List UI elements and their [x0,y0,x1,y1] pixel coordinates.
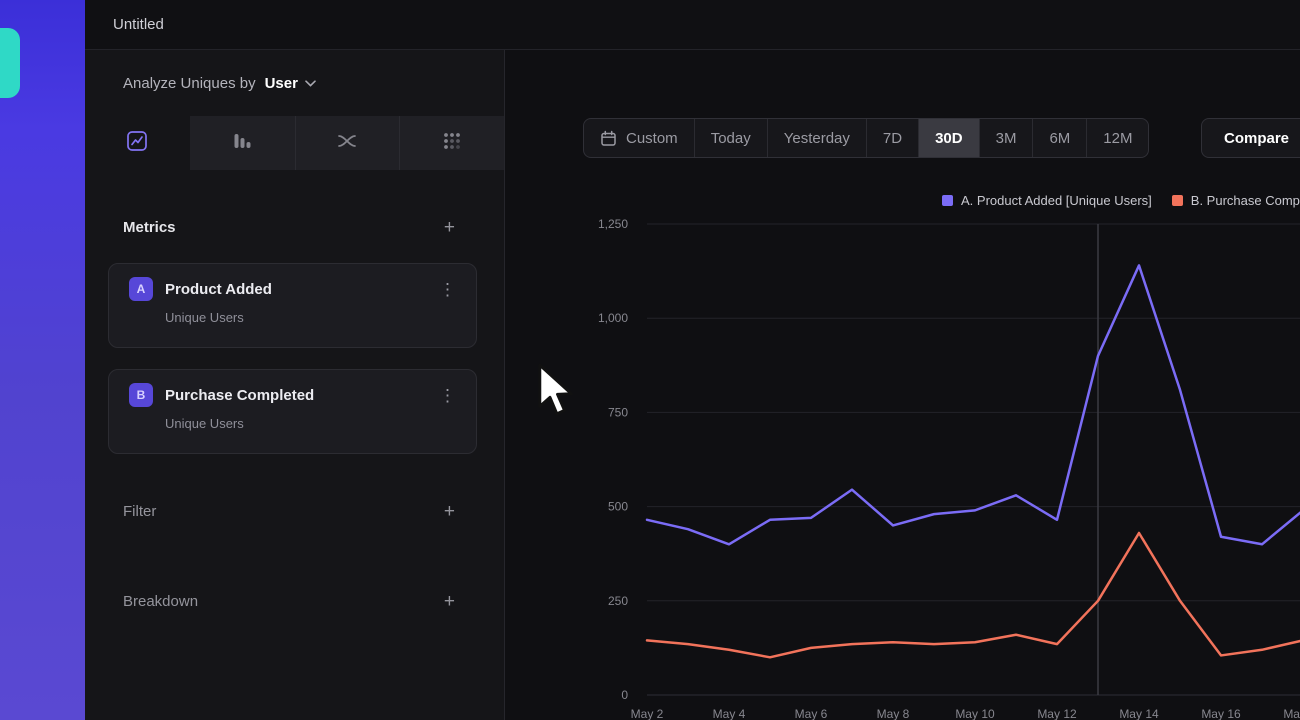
svg-text:May 4: May 4 [713,707,746,720]
chevron-down-icon [305,80,316,87]
left-gradient-strip [0,0,85,720]
metric-badge-b: B [129,383,153,407]
tab-bar-chart[interactable] [190,116,295,170]
svg-text:May 12: May 12 [1037,707,1077,720]
tab-flows[interactable] [295,116,400,170]
breakdown-section-header: Breakdown + [85,587,504,615]
bar-chart-icon [231,130,253,157]
tab-retention-grid[interactable] [399,116,504,170]
more-options-icon[interactable]: ⋮ [433,385,462,406]
metric-badge-a: A [129,277,153,301]
svg-text:May 14: May 14 [1119,707,1159,720]
topbar: Untitled [85,0,1300,50]
line-chart[interactable]: 0 250 500 750 1,000 1,250 May 2 May 4 May 6 May 8… [505,50,1300,720]
svg-text:May 18: May 18 [1283,707,1300,720]
teal-accent-shape [0,28,20,98]
report-title[interactable]: Untitled [113,16,164,33]
svg-text:1,250: 1,250 [598,217,628,231]
more-options-icon[interactable]: ⋮ [433,279,462,300]
svg-text:May 16: May 16 [1201,707,1241,720]
metric-subtitle[interactable]: Unique Users [165,310,462,325]
svg-text:500: 500 [608,500,628,514]
analyze-by-control[interactable]: Analyze Uniques by User [85,50,504,116]
metrics-section-header: Metrics + [85,213,504,241]
svg-text:May 6: May 6 [795,707,828,720]
svg-text:750: 750 [608,405,628,419]
retention-grid-icon [441,130,463,157]
svg-text:May 10: May 10 [955,707,995,720]
metric-subtitle[interactable]: Unique Users [165,416,462,431]
tab-line-chart[interactable] [85,116,190,170]
add-filter-button[interactable]: + [444,502,455,521]
filter-section-header: Filter + [85,497,504,525]
flows-icon [336,130,358,157]
analyze-by-value[interactable]: User [265,75,298,92]
add-breakdown-button[interactable]: + [444,592,455,611]
line-chart-icon [126,130,148,157]
svg-text:1,000: 1,000 [598,311,628,325]
metric-name[interactable]: Purchase Completed [165,387,433,404]
breakdown-title: Breakdown [123,593,198,610]
svg-text:250: 250 [608,594,628,608]
metrics-title: Metrics [123,219,176,236]
query-panel: Analyze Uniques by User [85,50,505,720]
metric-name[interactable]: Product Added [165,281,433,298]
svg-text:0: 0 [621,688,628,702]
chart-type-tabs [85,116,504,170]
app-root: Untitled Analyze Uniques by User [0,0,1300,720]
svg-text:May 2: May 2 [631,707,664,720]
metric-card-a[interactable]: A Product Added ⋮ Unique Users [108,263,477,348]
filter-title: Filter [123,503,156,520]
analyze-by-label: Analyze Uniques by [123,75,256,92]
add-metric-button[interactable]: + [444,218,455,237]
svg-text:May 8: May 8 [877,707,910,720]
chart-area: Custom Today Yesterday 7D 30D 3M 6M 12M … [505,50,1300,720]
metric-card-b[interactable]: B Purchase Completed ⋮ Unique Users [108,369,477,454]
